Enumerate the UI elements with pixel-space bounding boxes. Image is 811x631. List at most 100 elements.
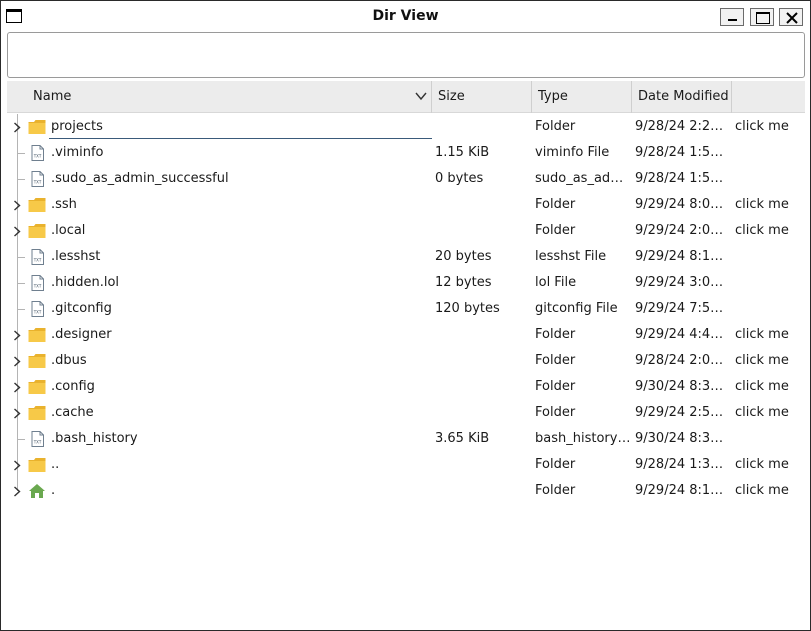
file-name: projects <box>51 119 103 134</box>
file-date-modified: 9/29/24 2:51 ... <box>635 405 730 420</box>
click-me-link[interactable]: click me <box>735 379 805 394</box>
click-me-link[interactable]: click me <box>735 457 805 472</box>
file-date-modified: 9/29/24 8:16 ... <box>635 249 730 264</box>
click-me-link[interactable]: click me <box>735 483 805 498</box>
file-row[interactable]: TXT .viminfo 1.15 KiB viminfo File 9/28/24 1… <box>7 140 805 166</box>
sort-chevron-down-icon[interactable] <box>415 90 427 102</box>
file-type: Folder <box>535 197 576 212</box>
click-me-link[interactable]: click me <box>735 197 805 212</box>
file-name: .viminfo <box>51 145 104 160</box>
file-row[interactable]: .. Folder 9/28/24 1:31 ... click me <box>7 452 805 478</box>
expand-chevron-right-icon[interactable] <box>13 382 21 393</box>
file-type: Folder <box>535 223 576 238</box>
file-type: sudo_as_adm... <box>535 171 631 186</box>
file-row[interactable]: .config Folder 9/30/24 8:36 ... click me <box>7 374 805 400</box>
folder-icon <box>28 405 46 421</box>
file-type: gitconfig File <box>535 301 618 316</box>
tree-branch-stub <box>17 257 25 258</box>
svg-text:TXT: TXT <box>33 258 42 263</box>
expand-chevron-right-icon[interactable] <box>13 330 21 341</box>
path-input[interactable] <box>7 32 805 78</box>
file-date-modified: 9/29/24 8:05 ... <box>635 197 730 212</box>
file-row[interactable]: TXT .hidden.lol 12 bytes lol File 9/29/24 3:… <box>7 270 805 296</box>
close-icon <box>786 12 798 24</box>
minimize-button[interactable] <box>720 8 744 26</box>
file-row[interactable]: .designer Folder 9/29/24 4:46 ... click me <box>7 322 805 348</box>
file-type: Folder <box>535 483 576 498</box>
click-me-link[interactable]: click me <box>735 405 805 420</box>
file-size: 3.65 KiB <box>435 431 490 446</box>
column-header: Name Size Type Date Modified <box>7 81 805 113</box>
file-name: .dbus <box>51 353 87 368</box>
file-type: Folder <box>535 353 576 368</box>
file-date-modified: 9/29/24 3:04 ... <box>635 275 730 290</box>
file-size: 20 bytes <box>435 249 492 264</box>
file-size: 0 bytes <box>435 171 484 186</box>
expand-chevron-right-icon[interactable] <box>13 122 21 133</box>
expand-chevron-right-icon[interactable] <box>13 200 21 211</box>
expand-chevron-right-icon[interactable] <box>13 460 21 471</box>
column-header-name[interactable]: Name <box>33 81 71 113</box>
svg-text:TXT: TXT <box>33 440 42 445</box>
title-bar[interactable]: Dir View <box>1 1 810 31</box>
click-me-link[interactable]: click me <box>735 353 805 368</box>
expand-chevron-right-icon[interactable] <box>13 356 21 367</box>
file-row[interactable]: . Folder 9/29/24 8:16 ... click me <box>7 478 805 504</box>
folder-icon <box>28 223 46 239</box>
expand-chevron-right-icon[interactable] <box>13 408 21 419</box>
file-row[interactable]: .local Folder 9/29/24 2:00 ... click me <box>7 218 805 244</box>
file-name: . <box>51 483 56 498</box>
folder-icon <box>28 379 46 395</box>
file-date-modified: 9/30/24 8:36 ... <box>635 379 730 394</box>
file-type: Folder <box>535 405 576 420</box>
file-row[interactable]: TXT .sudo_as_admin_successful 0 bytes sudo_… <box>7 166 805 192</box>
column-divider[interactable] <box>531 81 532 113</box>
file-date-modified: 9/28/24 2:00 ... <box>635 353 730 368</box>
close-button[interactable] <box>779 8 803 26</box>
tree-branch-stub <box>17 153 25 154</box>
expand-chevron-right-icon[interactable] <box>13 486 21 497</box>
text-file-icon: TXT <box>28 145 46 161</box>
file-date-modified: 9/28/24 1:31 ... <box>635 457 730 472</box>
folder-icon <box>28 197 46 213</box>
file-name: .ssh <box>51 197 77 212</box>
window-title: Dir View <box>372 8 439 24</box>
expand-chevron-right-icon[interactable] <box>13 226 21 237</box>
text-file-icon: TXT <box>28 249 46 265</box>
column-header-date[interactable]: Date Modified <box>638 81 729 113</box>
column-divider[interactable] <box>431 81 432 113</box>
file-row[interactable]: projects Folder 9/28/24 2:24 ... click me <box>7 114 805 140</box>
folder-icon <box>28 119 46 135</box>
file-date-modified: 9/29/24 8:16 ... <box>635 483 730 498</box>
column-divider[interactable] <box>631 81 632 113</box>
rename-edit-underline <box>49 138 432 139</box>
tree-branch-stub <box>17 179 25 180</box>
text-file-icon: TXT <box>28 431 46 447</box>
click-me-link[interactable]: click me <box>735 223 805 238</box>
file-size: 1.15 KiB <box>435 145 490 160</box>
svg-text:TXT: TXT <box>33 180 42 185</box>
file-row[interactable]: TXT .bash_history 3.65 KiB bash_history ...… <box>7 426 805 452</box>
file-row[interactable]: TXT .lesshst 20 bytes lesshst File 9/29/24 8… <box>7 244 805 270</box>
tree-branch-stub <box>17 439 25 440</box>
maximize-button[interactable] <box>750 8 774 26</box>
file-name: .gitconfig <box>51 301 112 316</box>
column-divider[interactable] <box>731 81 732 113</box>
svg-text:TXT: TXT <box>33 284 42 289</box>
file-type: viminfo File <box>535 145 610 160</box>
file-type: Folder <box>535 457 576 472</box>
file-row[interactable]: .cache Folder 9/29/24 2:51 ... click me <box>7 400 805 426</box>
column-header-size[interactable]: Size <box>438 81 465 113</box>
file-row[interactable]: TXT .gitconfig 120 bytes gitconfig File 9/29… <box>7 296 805 322</box>
column-header-type[interactable]: Type <box>538 81 568 113</box>
folder-icon <box>28 327 46 343</box>
file-size: 120 bytes <box>435 301 500 316</box>
file-row[interactable]: .ssh Folder 9/29/24 8:05 ... click me <box>7 192 805 218</box>
click-me-link[interactable]: click me <box>735 119 805 134</box>
file-list: projects Folder 9/28/24 2:24 ... click me TX… <box>7 114 805 504</box>
tree-branch-stub <box>17 283 25 284</box>
file-name: .. <box>51 457 60 472</box>
file-name: .bash_history <box>51 431 138 446</box>
click-me-link[interactable]: click me <box>735 327 805 342</box>
file-row[interactable]: .dbus Folder 9/28/24 2:00 ... click me <box>7 348 805 374</box>
